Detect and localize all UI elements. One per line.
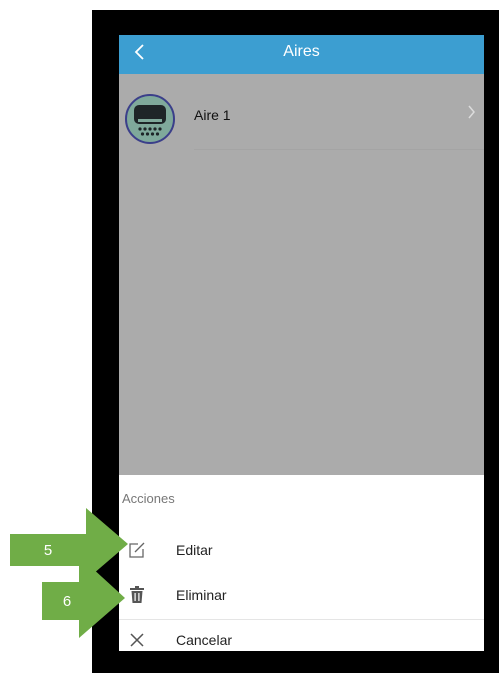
cancel-divider — [119, 619, 484, 620]
edit-button[interactable]: Editar — [119, 532, 484, 577]
cancel-button[interactable]: Cancelar — [119, 622, 484, 651]
air-conditioner-icon — [125, 94, 175, 144]
list-item-label: Aire 1 — [194, 107, 231, 123]
action-sheet-title: Acciones — [122, 491, 175, 506]
app-header: Aires — [119, 35, 484, 74]
chevron-right-icon — [467, 103, 476, 124]
edit-icon — [129, 542, 145, 558]
callout-6: 6 — [42, 556, 127, 638]
list-divider — [194, 149, 484, 150]
trash-icon — [130, 586, 144, 603]
edit-label: Editar — [176, 542, 213, 558]
callout-number: 6 — [62, 593, 72, 610]
app-screen: Aires Aire 1 Acciones Editar Eliminar Ca… — [119, 35, 484, 651]
action-sheet: Acciones Editar Eliminar Cancelar — [119, 475, 484, 651]
cancel-label: Cancelar — [176, 632, 233, 648]
delete-button[interactable]: Eliminar — [119, 577, 484, 622]
delete-label: Eliminar — [176, 587, 227, 603]
list-item-aire-1[interactable]: Aire 1 — [119, 83, 484, 149]
page-title: Aires — [283, 43, 320, 60]
close-icon — [130, 633, 144, 647]
